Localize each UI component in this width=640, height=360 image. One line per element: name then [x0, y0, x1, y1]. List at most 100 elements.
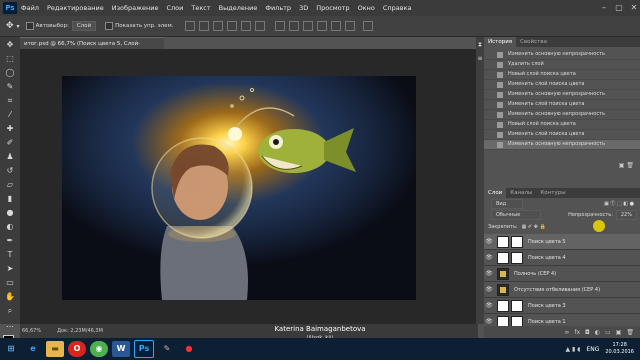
eye-icon[interactable]: 👁 — [484, 254, 494, 261]
distribute-center-icon[interactable] — [331, 21, 342, 31]
photoshop-taskbar-icon[interactable]: Ps — [134, 340, 154, 358]
history-item[interactable]: Изменить основную непрозрачность — [484, 50, 640, 60]
history-item[interactable]: Изменить слой поиска цвета — [484, 130, 640, 140]
properties-panel-icon[interactable]: ≡ — [476, 53, 484, 65]
minimize-icon[interactable]: – — [598, 2, 610, 14]
history-item[interactable]: Изменить слой поиска цвета — [484, 80, 640, 90]
distribute-right-icon[interactable] — [345, 21, 356, 31]
layer-row[interactable]: 👁 Поиск цвета 3 — [484, 298, 640, 314]
menu-item-type[interactable]: Текст — [191, 4, 210, 12]
tab-channels[interactable]: Каналы — [506, 188, 536, 198]
adjustment-layer-icon[interactable]: ◐ — [595, 329, 600, 336]
eye-icon[interactable]: 👁 — [484, 270, 494, 277]
history-item[interactable]: Изменить основную непрозрачность — [484, 90, 640, 100]
file-explorer-icon[interactable]: ▬ — [46, 341, 64, 357]
paint-icon[interactable]: ✎ — [158, 341, 176, 357]
hand-tool-icon[interactable]: ✋ — [4, 291, 16, 303]
tray-icons[interactable]: ▲ ▮ ◖ — [566, 346, 581, 353]
filter-kind-select[interactable]: Вид — [491, 198, 523, 209]
opera-icon[interactable]: O — [68, 341, 86, 357]
eraser-tool-icon[interactable]: ▱ — [4, 179, 16, 191]
snapshot-icon[interactable]: ▣ — [619, 162, 625, 169]
crop-tool-icon[interactable]: ⌗ — [4, 95, 16, 107]
menu-item-view[interactable]: Просмотр — [316, 4, 349, 12]
history-item[interactable]: Новый слой поиска цвета — [484, 120, 640, 130]
autoselect-select[interactable]: Слой — [71, 21, 97, 31]
more-tools-icon[interactable]: … — [4, 319, 16, 331]
align-right-icon[interactable] — [255, 21, 266, 31]
menu-item-layers[interactable]: Слои — [166, 4, 183, 12]
align-top-icon[interactable] — [185, 21, 196, 31]
internet-explorer-icon[interactable]: e — [24, 341, 42, 357]
layer-mask-thumb[interactable] — [511, 235, 523, 248]
blend-mode-select[interactable]: Обычные — [491, 210, 541, 220]
tab-properties[interactable]: Свойства — [516, 37, 551, 47]
distribute-top-icon[interactable] — [275, 21, 286, 31]
windows-start-icon[interactable]: ⊞ — [2, 341, 20, 357]
history-item[interactable]: Изменить слой поиска цвета — [484, 100, 640, 110]
auto-align-icon[interactable] — [363, 21, 374, 31]
align-left-icon[interactable] — [227, 21, 238, 31]
rectangle-tool-icon[interactable]: ▭ — [4, 277, 16, 289]
autoselect-checkbox[interactable] — [25, 22, 34, 30]
pen-tool-icon[interactable]: ✒ — [4, 235, 16, 247]
record-icon[interactable]: ● — [180, 341, 198, 357]
dodge-tool-icon[interactable]: ◐ — [4, 221, 16, 233]
link-layers-icon[interactable]: ∞ — [564, 329, 569, 336]
show-controls-checkbox[interactable] — [105, 22, 114, 30]
history-item-current[interactable]: Изменить основную непрозрачность — [484, 140, 640, 150]
history-item[interactable]: Удалить слой — [484, 60, 640, 70]
distribute-middle-icon[interactable] — [289, 21, 300, 31]
history-item[interactable]: Новый слой поиска цвета — [484, 70, 640, 80]
history-brush-tool-icon[interactable]: ↺ — [4, 165, 16, 177]
opacity-field[interactable]: 22% — [615, 210, 637, 220]
move-tool-icon[interactable]: ✥ — [6, 21, 14, 31]
menu-item-select[interactable]: Выделение — [219, 4, 258, 12]
add-mask-icon[interactable]: ◘ — [585, 329, 590, 336]
new-group-icon[interactable]: ▭ — [605, 329, 611, 336]
zoom-level[interactable]: 66,67% — [22, 328, 41, 334]
tab-history[interactable]: История — [484, 37, 517, 47]
close-icon[interactable]: ✕ — [628, 2, 640, 14]
layer-row[interactable]: 👁 Отсутствие отбеливания (СЕР 4) — [484, 282, 640, 298]
history-item[interactable]: Изменить основную непрозрачность — [484, 110, 640, 120]
align-middle-icon[interactable] — [199, 21, 210, 31]
path-select-tool-icon[interactable]: ➤ — [4, 263, 16, 275]
distribute-left-icon[interactable] — [317, 21, 328, 31]
layer-mask-thumb[interactable] — [511, 299, 523, 312]
blur-tool-icon[interactable]: ● — [4, 207, 16, 219]
eye-icon[interactable]: 👁 — [484, 238, 494, 245]
move-tool-icon[interactable]: ✥ — [4, 39, 16, 51]
menu-item-edit[interactable]: Редактирование — [47, 4, 104, 12]
eye-icon[interactable]: 👁 — [484, 318, 494, 325]
layer-row[interactable]: 👁 Полночь (СЕР 4) — [484, 266, 640, 282]
clone-stamp-tool-icon[interactable]: ♟ — [4, 151, 16, 163]
filter-icons[interactable]: ▣ Ⓣ ⬚ ◧ ● — [604, 200, 634, 207]
maximize-icon[interactable]: ▢ — [613, 2, 625, 14]
layer-mask-thumb[interactable] — [511, 251, 523, 264]
marquee-tool-icon[interactable]: ⬚ — [4, 53, 16, 65]
menu-item-3d[interactable]: 3D — [299, 4, 308, 12]
trash-icon[interactable]: 🗑 — [626, 162, 634, 169]
clock[interactable]: 17:28 20.03.2016 — [605, 342, 634, 356]
align-bottom-icon[interactable] — [213, 21, 224, 31]
menu-item-file[interactable]: Файл — [21, 4, 39, 12]
gradient-tool-icon[interactable]: ▮ — [4, 193, 16, 205]
type-tool-icon[interactable]: T — [4, 249, 16, 261]
chrome-icon[interactable]: ◉ — [90, 341, 108, 357]
eye-icon[interactable]: 👁 — [484, 302, 494, 309]
layer-style-icon[interactable]: fx — [574, 329, 580, 336]
healing-brush-tool-icon[interactable]: ✚ — [4, 123, 16, 135]
menu-item-image[interactable]: Изображение — [112, 4, 159, 12]
distribute-bottom-icon[interactable] — [303, 21, 314, 31]
brush-tool-icon[interactable]: ✐ — [4, 137, 16, 149]
menu-item-filter[interactable]: Фильтр — [265, 4, 291, 12]
tab-layers[interactable]: Слои — [484, 188, 507, 198]
eyedropper-tool-icon[interactable]: ⁄ — [4, 109, 16, 121]
zoom-tool-icon[interactable]: ⌕ — [4, 305, 16, 317]
history-panel-icon[interactable]: ⧗ — [476, 39, 484, 51]
menu-item-help[interactable]: Справка — [383, 4, 412, 12]
tab-paths[interactable]: Контуры — [536, 188, 569, 198]
delete-layer-icon[interactable]: 🗑 — [626, 329, 634, 336]
new-layer-icon[interactable]: ▣ — [616, 329, 622, 336]
